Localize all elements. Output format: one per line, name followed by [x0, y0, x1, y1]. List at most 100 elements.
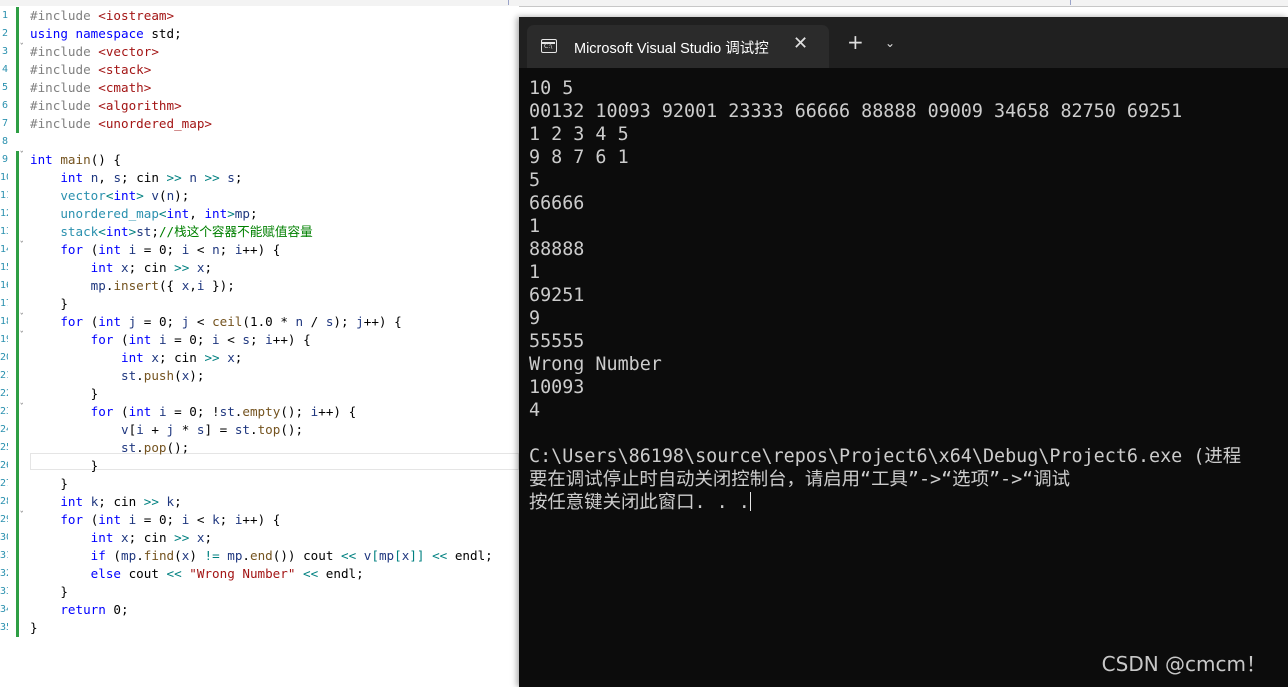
- new-tab-button[interactable]: +: [847, 32, 864, 52]
- code-line[interactable]: #include <cmath>: [30, 79, 151, 97]
- line-number: 11: [0, 190, 8, 201]
- code-line[interactable]: }: [30, 619, 38, 637]
- line-number: 9: [1, 154, 8, 165]
- code-line[interactable]: }: [30, 295, 68, 313]
- code-line[interactable]: }: [30, 457, 99, 475]
- line-number: 35: [0, 622, 8, 633]
- close-icon[interactable]: ✕: [793, 33, 808, 54]
- code-token: else: [90, 566, 129, 581]
- code-token: [: [371, 548, 379, 563]
- terminal-line-text: 10 5: [529, 78, 574, 99]
- code-editor[interactable]: 1234567891011121314151617181920212223242…: [0, 6, 519, 687]
- fold-toggle-icon[interactable]: ˇ: [19, 313, 24, 323]
- code-line[interactable]: mp.insert({ x,i });: [30, 277, 235, 295]
- code-token: }: [30, 620, 38, 635]
- code-line[interactable]: return 0;: [30, 601, 128, 619]
- code-token: int: [105, 224, 129, 239]
- code-line[interactable]: for (int j = 0; j < ceil(1.0 * n / s); j…: [30, 313, 402, 331]
- terminal-line: 10093: [529, 376, 1284, 399]
- terminal-line: 4: [529, 399, 1284, 422]
- code-token: n: [212, 242, 220, 257]
- code-token: ): [189, 548, 205, 563]
- chevron-down-icon[interactable]: ⌄: [885, 36, 895, 50]
- code-line[interactable]: for (int i = 0; i < k; i++) {: [30, 511, 280, 529]
- code-token: (: [113, 548, 122, 563]
- code-token: int: [128, 332, 159, 347]
- code-token: ; cin: [128, 260, 175, 275]
- code-line[interactable]: st.push(x);: [30, 367, 204, 385]
- code-line[interactable]: }: [30, 385, 99, 403]
- line-number: 20: [0, 352, 8, 363]
- tab-strip-segment[interactable]: [540, 0, 1071, 5]
- terminal-line: 1 2 3 4 5: [529, 123, 1284, 146]
- fold-toggle-icon[interactable]: ˇ: [19, 43, 24, 53]
- line-number: 33: [0, 586, 8, 597]
- code-line[interactable]: unordered_map<int, int>mp;: [30, 205, 257, 223]
- fold-toggle-icon[interactable]: ˇ: [19, 403, 24, 413]
- code-line[interactable]: using namespace std;: [30, 25, 182, 43]
- code-line[interactable]: #include <iostream>: [30, 7, 174, 25]
- code-token: <: [189, 314, 213, 329]
- code-line[interactable]: }: [30, 475, 68, 493]
- code-line[interactable]: #include <vector>: [30, 43, 159, 61]
- code-line[interactable]: else cout << "Wrong Number" << endl;: [30, 565, 364, 583]
- code-line[interactable]: vector<int> v(n);: [30, 187, 189, 205]
- code-line[interactable]: int n, s; cin >> n >> s;: [30, 169, 242, 187]
- fold-toggle-icon[interactable]: ˇ: [19, 241, 24, 251]
- code-token: top: [257, 422, 281, 437]
- code-token: ;: [204, 260, 213, 275]
- code-token: ++) {: [363, 314, 402, 329]
- code-token: main: [60, 152, 91, 167]
- code-token: .: [136, 368, 144, 383]
- fold-toggle-icon[interactable]: ˇ: [19, 511, 24, 521]
- code-line[interactable]: #include <stack>: [30, 61, 151, 79]
- code-token: s: [242, 332, 250, 347]
- code-line[interactable]: int k; cin >> k;: [30, 493, 181, 511]
- tab-strip-segment[interactable]: [0, 0, 509, 5]
- code-line[interactable]: }: [30, 583, 68, 601]
- code-token: ()) cout: [272, 548, 342, 563]
- line-number: 5: [1, 82, 8, 93]
- code-token: }: [30, 458, 99, 473]
- line-number: 34: [0, 604, 8, 615]
- fold-toggle-icon[interactable]: ˇ: [19, 151, 24, 161]
- code-token: = 0;: [136, 242, 182, 257]
- code-token: mp: [121, 548, 137, 563]
- fold-toggle-icon[interactable]: ˇ: [19, 331, 24, 341]
- code-token: i: [136, 422, 144, 437]
- code-token: <cmath>: [98, 80, 152, 95]
- code-line[interactable]: int x; cin >> x;: [30, 349, 242, 367]
- code-token: (: [174, 548, 182, 563]
- code-line[interactable]: stack<int>st;//栈这个容器不能赋值容量: [30, 223, 312, 241]
- code-line[interactable]: #include <algorithm>: [30, 97, 182, 115]
- code-line[interactable]: for (int i = 0; i < n; i++) {: [30, 241, 280, 259]
- code-line[interactable]: int main() {: [30, 151, 121, 169]
- code-line[interactable]: #include <unordered_map>: [30, 115, 212, 133]
- code-line[interactable]: for (int i = 0; !st.empty(); i++) {: [30, 403, 357, 421]
- code-token: <<: [432, 548, 448, 563]
- terminal-tab[interactable]: C:\ Microsoft Visual Studio 调试控 ✕: [527, 25, 829, 68]
- code-token: .: [242, 548, 251, 563]
- code-line[interactable]: st.pop();: [30, 439, 189, 457]
- terminal-output[interactable]: 10 5 00132 10093 92001 23333 66666 88888 …: [529, 77, 1284, 514]
- code-token: "Wrong Number": [189, 566, 296, 581]
- terminal-window[interactable]: C:\ Microsoft Visual Studio 调试控 ✕ + ⌄ 10…: [519, 17, 1288, 687]
- code-line[interactable]: if (mp.find(x) != mp.end()) cout << v[mp…: [30, 547, 493, 565]
- code-line[interactable]: int x; cin >> x;: [30, 259, 212, 277]
- code-line[interactable]: v[i + j * s] = st.top();: [30, 421, 303, 439]
- code-token: i: [265, 332, 273, 347]
- code-token: ]]: [409, 548, 425, 563]
- code-line[interactable]: for (int i = 0; i < s; i++) {: [30, 331, 311, 349]
- code-token: x: [121, 530, 129, 545]
- code-line[interactable]: int x; cin >> x;: [30, 529, 212, 547]
- code-token: i: [212, 332, 220, 347]
- line-number: 6: [1, 100, 8, 111]
- line-number: 12: [0, 208, 8, 219]
- terminal-line-text: 00132 10093 92001 23333 66666 88888 0900…: [529, 101, 1183, 122]
